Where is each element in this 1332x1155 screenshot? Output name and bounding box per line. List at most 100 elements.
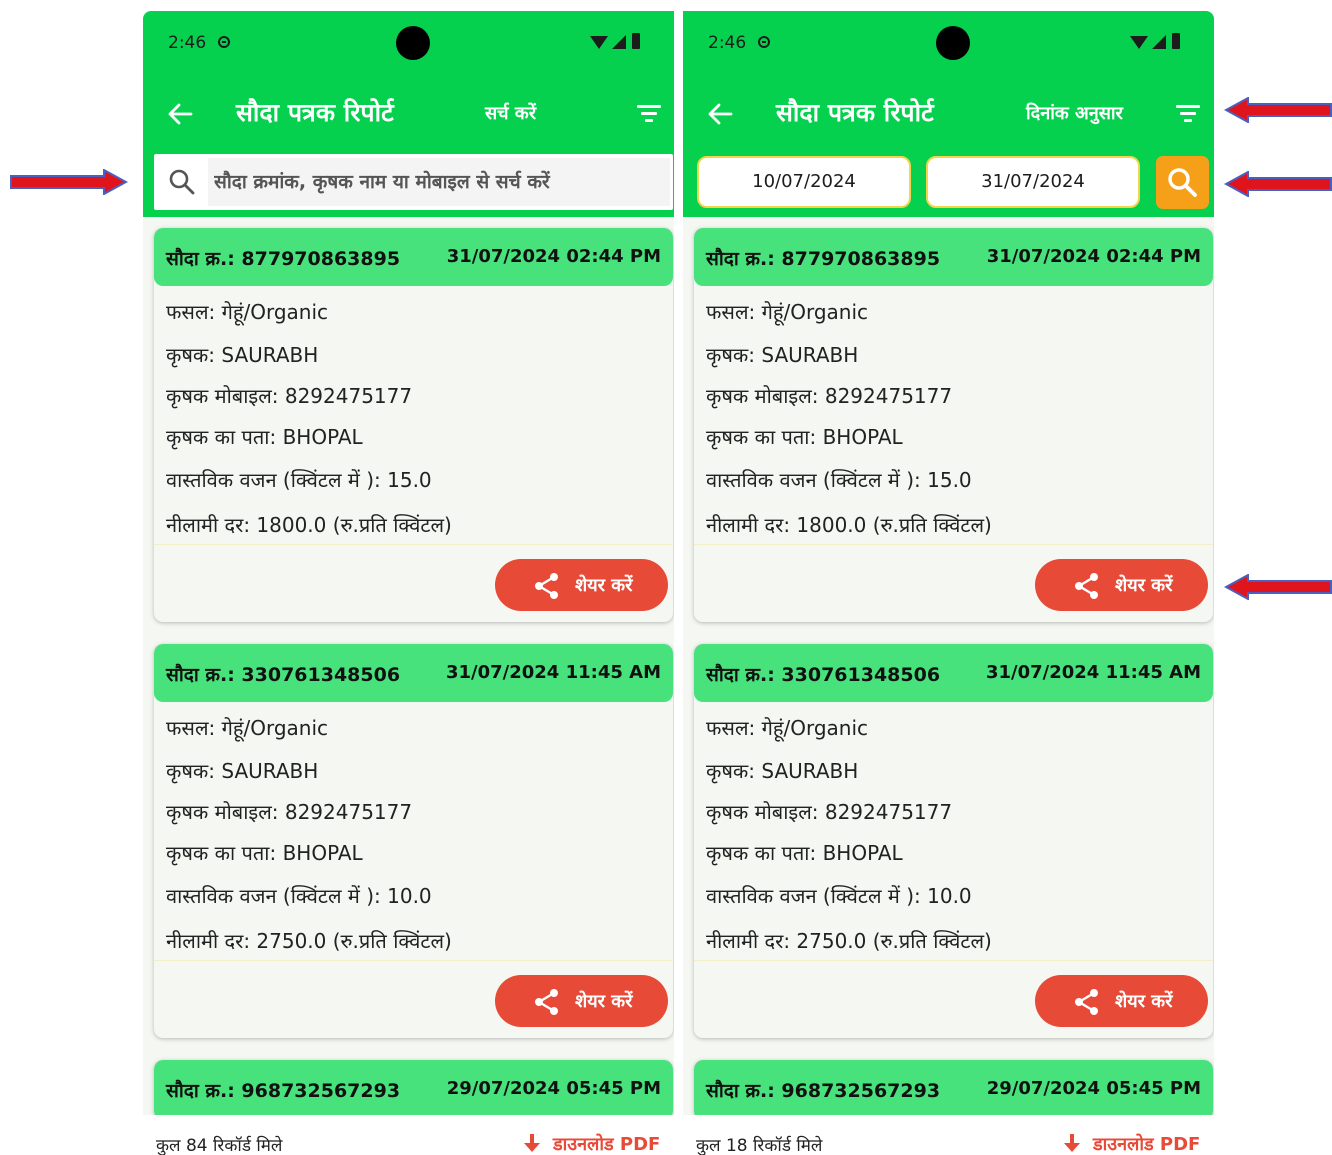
signal-icon [1152,35,1166,49]
record-datetime: 29/07/2024 05:45 PM [986,1078,1201,1099]
date-mode-toggle[interactable]: दिनांक अनुसार [1026,101,1123,125]
share-icon [1075,989,1098,1015]
mobile-line: कृषक मोबाइल: 8292475177 [166,384,413,408]
status-bar: 2:46 [143,11,674,77]
rate-line: नीलामी दर: 1800.0 (रु.प्रति क्विंटल) [706,513,992,537]
system-icons [1130,33,1188,53]
search-box [154,154,673,210]
rate-line: नीलामी दर: 2750.0 (रु.प्रति क्विंटल) [706,929,992,953]
date-search-button[interactable] [1156,156,1209,209]
annotation-arrow-left [1224,171,1332,197]
download-arrow-icon [524,1134,540,1152]
wifi-icon [1130,36,1148,49]
from-date-field[interactable]: 10/07/2024 [697,156,911,208]
record-card: सौदा क्र.: 330761348506 31/07/2024 11:45… [154,644,673,1038]
status-time: 2:46 [708,33,747,53]
search-mode-toggle[interactable]: सर्च करें [485,101,536,125]
record-number: सौदा क्र.: 968732567293 [706,1080,941,1102]
rate-line: नीलामी दर: 1800.0 (रु.प्रति क्विंटल) [166,513,452,537]
record-number: सौदा क्र.: 968732567293 [166,1080,401,1102]
filter-icon[interactable] [1176,103,1200,123]
weight-line: वास्तविक वजन (क्विंटल में ): 15.0 [166,468,432,492]
card-divider [154,960,673,961]
status-bar: 2:46 [683,11,1214,77]
weight-line: वास्तविक वजन (क्विंटल में ): 10.0 [166,884,432,908]
total-records: कुल 84 रिकॉर्ड मिले [156,1136,283,1155]
signal-icon [612,35,626,49]
record-card: सौदा क्र.: 330761348506 31/07/2024 11:45… [694,644,1213,1038]
mobile-line: कृषक मोबाइल: 8292475177 [706,384,953,408]
footer-bar: कुल 84 रिकॉर्ड मिले डाउनलोड PDF [143,1115,674,1155]
page-title: सौदा पत्रक रिपोर्ट [776,98,934,127]
record-datetime: 29/07/2024 05:45 PM [446,1078,661,1099]
farmer-line: कृषक: SAURABH [706,759,859,783]
share-button[interactable]: शेयर करें [1035,975,1208,1027]
annotation-arrow-right [10,169,128,195]
search-icon [169,169,195,195]
share-label: शेयर करें [1115,575,1173,596]
record-card: सौदा क्र.: 877970863895 31/07/2024 02:44… [154,228,673,622]
left-phone-screen: 2:46 सौदा पत्रक रिपोर्ट सर्च करें सौदा क… [143,11,674,1155]
record-card: सौदा क्र.: 968732567293 29/07/2024 05:45… [154,1060,673,1120]
record-number: सौदा क्र.: 877970863895 [706,248,941,270]
share-label: शेयर करें [1115,991,1173,1012]
crop-line: फसल: गेहूं/Organic [166,716,329,740]
address-line: कृषक का पता: BHOPAL [706,425,903,449]
card-header: सौदा क्र.: 330761348506 31/07/2024 11:45… [694,644,1213,702]
right-phone-screen: 2:46 सौदा पत्रक रिपोर्ट दिनांक अनुसार 10… [683,11,1214,1155]
address-line: कृषक का पता: BHOPAL [166,425,363,449]
record-datetime: 31/07/2024 11:45 AM [985,662,1201,683]
record-datetime: 31/07/2024 02:44 PM [986,246,1201,267]
farmer-line: कृषक: SAURABH [166,343,319,367]
to-date-field[interactable]: 31/07/2024 [926,156,1140,208]
download-label: डाउनलोड PDF [1093,1134,1201,1155]
share-button[interactable]: शेयर करें [1035,559,1208,611]
share-button[interactable]: शेयर करें [495,559,668,611]
record-number: सौदा क्र.: 330761348506 [166,664,401,686]
record-card: सौदा क्र.: 968732567293 29/07/2024 05:45… [694,1060,1213,1120]
camera-cutout [396,26,430,60]
weight-line: वास्तविक वजन (क्विंटल में ): 15.0 [706,468,972,492]
download-pdf-button[interactable]: डाउनलोड PDF [1061,1132,1203,1155]
address-line: कृषक का पता: BHOPAL [706,841,903,865]
card-divider [154,544,673,545]
status-time: 2:46 [168,33,207,53]
share-label: शेयर करें [575,575,633,596]
record-number: सौदा क्र.: 330761348506 [706,664,941,686]
share-button[interactable]: शेयर करें [495,975,668,1027]
address-line: कृषक का पता: BHOPAL [166,841,363,865]
rate-line: नीलामी दर: 2750.0 (रु.प्रति क्विंटल) [166,929,452,953]
share-label: शेयर करें [575,991,633,1012]
search-input[interactable] [208,158,670,206]
search-icon [1168,168,1197,197]
mobile-line: कृषक मोबाइल: 8292475177 [166,800,413,824]
download-label: डाउनलोड PDF [553,1134,661,1155]
system-icons [590,33,648,53]
crop-line: फसल: गेहूं/Organic [706,716,869,740]
total-records: कुल 18 रिकॉर्ड मिले [696,1136,823,1155]
dnd-icon [758,36,770,48]
farmer-line: कृषक: SAURABH [166,759,319,783]
download-pdf-button[interactable]: डाउनलोड PDF [521,1132,663,1155]
card-header: सौदा क्र.: 968732567293 29/07/2024 05:45… [154,1060,673,1120]
record-card: सौदा क्र.: 877970863895 31/07/2024 02:44… [694,228,1213,622]
share-icon [1075,573,1098,599]
back-arrow-icon[interactable] [167,101,193,127]
battery-icon [632,33,640,49]
annotation-arrow-left [1224,574,1332,600]
card-header: सौदा क्र.: 877970863895 31/07/2024 02:44… [694,228,1213,286]
share-icon [535,573,558,599]
back-arrow-icon[interactable] [707,101,733,127]
page-title: सौदा पत्रक रिपोर्ट [236,98,394,127]
dnd-icon [218,36,230,48]
card-divider [694,544,1213,545]
mobile-line: कृषक मोबाइल: 8292475177 [706,800,953,824]
download-arrow-icon [1064,1134,1080,1152]
camera-cutout [936,26,970,60]
crop-line: फसल: गेहूं/Organic [166,300,329,324]
card-header: सौदा क्र.: 968732567293 29/07/2024 05:45… [694,1060,1213,1120]
record-datetime: 31/07/2024 11:45 AM [445,662,661,683]
share-icon [535,989,558,1015]
filter-icon[interactable] [637,103,661,123]
record-datetime: 31/07/2024 02:44 PM [446,246,661,267]
